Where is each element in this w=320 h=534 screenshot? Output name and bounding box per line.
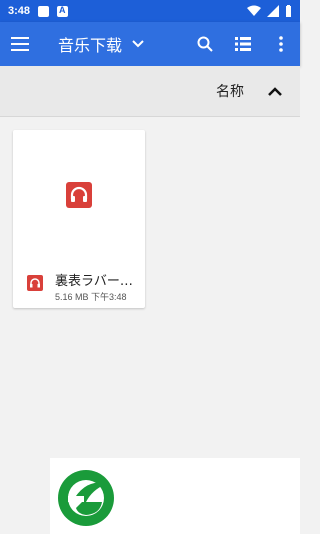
folder-title: 音乐下载 — [58, 36, 123, 55]
more-options-button[interactable] — [262, 22, 300, 66]
notification-icon — [38, 5, 50, 17]
file-card[interactable]: 裏表ラバー… 5.16 MB 下午3:48 — [13, 130, 145, 308]
folder-dropdown-button[interactable] — [132, 40, 144, 48]
audio-file-icon — [27, 275, 43, 291]
signal-icon — [267, 5, 279, 17]
file-thumbnail — [13, 130, 145, 260]
file-size: 5.16 MB — [55, 292, 89, 302]
sort-by-name-label[interactable]: 名称 — [216, 81, 244, 101]
toolbar: 音乐下载 — [0, 22, 300, 66]
status-time: 3:48 — [8, 5, 31, 17]
file-meta: 5.16 MB 下午3:48 — [55, 290, 127, 303]
wifi-icon — [247, 5, 261, 16]
menu-button[interactable] — [0, 22, 40, 66]
search-button[interactable] — [186, 22, 224, 66]
watermark-area — [50, 458, 300, 534]
app-notification-icon — [57, 5, 69, 17]
list-view-icon — [235, 37, 251, 51]
sort-direction-button[interactable] — [260, 71, 290, 111]
chevron-up-icon — [268, 86, 282, 96]
file-name: 裏表ラバー… — [55, 274, 133, 289]
sort-bar: 名称 — [0, 66, 300, 117]
search-icon — [197, 36, 213, 52]
more-vert-icon — [279, 36, 283, 52]
battery-icon — [286, 5, 291, 17]
menu-icon — [11, 37, 29, 51]
dropdown-arrow-icon — [132, 40, 144, 48]
view-toggle-button[interactable] — [224, 22, 262, 66]
headphones-icon — [66, 182, 92, 208]
status-bar: 3:48 — [0, 0, 300, 22]
file-time: 下午3:48 — [91, 292, 127, 302]
logo-icon — [58, 470, 114, 526]
